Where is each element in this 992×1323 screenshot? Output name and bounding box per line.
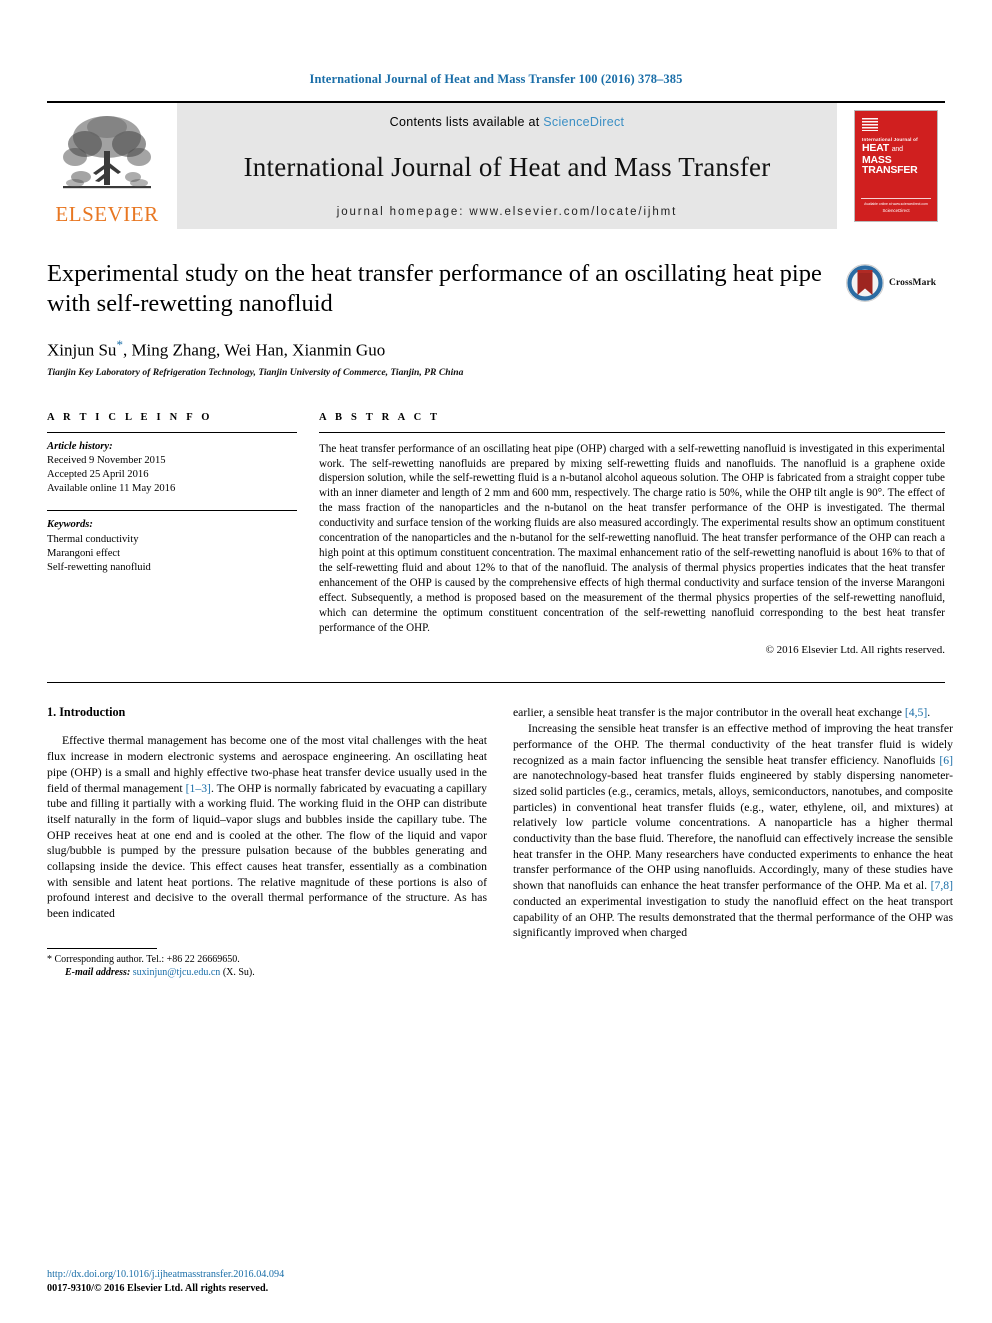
body-columns: 1. Introduction Effective thermal manage… <box>47 705 953 979</box>
keywords-label: Keywords: <box>47 519 93 531</box>
journal-cover-image: International Journal of HEAT and MASS T… <box>854 110 938 222</box>
article-page: International Journal of Heat and Mass T… <box>0 0 992 1323</box>
author-corresponding: Xinjun Su <box>47 340 117 360</box>
issn-copyright-line: 0017-9310/© 2016 Elsevier Ltd. All right… <box>47 1282 269 1294</box>
crossmark-badge[interactable]: CrossMark <box>845 259 945 307</box>
running-head: International Journal of Heat and Mass T… <box>309 72 683 86</box>
citation-ref-4-5[interactable]: [4,5] <box>905 706 927 719</box>
footnote-marker: * <box>47 953 52 965</box>
intro-paragraph-left: Effective thermal management has become … <box>47 733 487 921</box>
article-history: Article history: Received 9 November 201… <box>47 433 297 497</box>
footnote-corresponding-text: Corresponding author. Tel.: +86 22 26669… <box>54 953 240 965</box>
info-abstract-region: A R T I C L E I N F O Article history: R… <box>47 411 945 657</box>
cover-and-word: and <box>891 146 903 153</box>
article-history-label: Article history: <box>47 440 113 452</box>
intro-right2-text-a: Increasing the sensible heat transfer is… <box>513 722 953 767</box>
cover-footer: Available online at www.sciencedirect.co… <box>861 198 931 213</box>
cover-heat-word: HEAT <box>862 142 890 154</box>
article-info-column: A R T I C L E I N F O Article history: R… <box>47 412 297 657</box>
page-title: Experimental study on the heat transfer … <box>47 260 822 317</box>
masthead-center: Contents lists available at ScienceDirec… <box>177 103 837 229</box>
crossmark-label: CrossMark <box>889 278 937 288</box>
contents-prefix: Contents lists available at <box>389 115 544 129</box>
author-list: Xinjun Su*, Ming Zhang, Wei Han, Xianmin… <box>47 337 945 361</box>
cover-footer-small: Available online at www.sciencedirect.co… <box>864 202 928 206</box>
cover-footer-bold: ScienceDirect <box>882 208 910 213</box>
article-info-heading: A R T I C L E I N F O <box>47 411 213 423</box>
abstract-copyright: © 2016 Elsevier Ltd. All rights reserved… <box>765 644 945 657</box>
abstract-column: A B S T R A C T The heat transfer perfor… <box>319 411 945 657</box>
elsevier-tree-icon <box>63 116 151 189</box>
footnote-email-label: E-mail address: <box>65 967 131 979</box>
elsevier-logo: ELSEVIER <box>47 103 167 229</box>
journal-title: International Journal of Heat and Mass T… <box>243 152 771 182</box>
journal-masthead: ELSEVIER Contents lists available at Sci… <box>47 101 945 229</box>
keyword-item: Marangoni effect <box>47 547 121 559</box>
elsevier-wordmark: ELSEVIER <box>55 202 159 226</box>
keyword-item: Thermal conductivity <box>47 533 139 545</box>
intro-paragraph-right-second: Increasing the sensible heat transfer is… <box>513 721 953 941</box>
author-others: , Ming Zhang, Wei Han, Xianmin Guo <box>122 340 386 360</box>
contents-available-line: Contents lists available at ScienceDirec… <box>390 115 625 129</box>
intro-right2-text-c: conducted an experimental investigation … <box>513 894 953 940</box>
footnote-email-suffix: (X. Su). <box>222 967 255 979</box>
intro-paragraph-right-continued: earlier, a sensible heat transfer is the… <box>513 705 953 721</box>
abstract-heading: A B S T R A C T <box>319 411 441 423</box>
body-column-left: 1. Introduction Effective thermal manage… <box>47 705 487 979</box>
cover-transfer-word: TRANSFER <box>862 164 918 176</box>
footnote-email-line: E-mail address: suxinjun@tjcu.edu.cn (X.… <box>47 966 487 980</box>
citation-ref-6[interactable]: [6] <box>939 754 953 767</box>
keywords-block: Keywords: Thermal conductivity Marangoni… <box>47 511 297 575</box>
corresponding-author-footnote: * Corresponding author. Tel.: +86 22 266… <box>47 947 487 980</box>
history-received: Received 9 November 2015 <box>47 454 166 466</box>
page-footer: http://dx.doi.org/10.1016/j.ijheatmasstr… <box>47 1268 284 1295</box>
intro-right-text-a: earlier, a sensible heat transfer is the… <box>513 706 905 720</box>
affiliation: Tianjin Key Laboratory of Refrigeration … <box>47 366 464 378</box>
body-divider <box>47 682 945 684</box>
doi-link[interactable]: http://dx.doi.org/10.1016/j.ijheatmasstr… <box>47 1268 284 1282</box>
citation-ref-7-8[interactable]: [7,8] <box>931 879 953 892</box>
intro-left-text-b: . The OHP is normally fabricated by evac… <box>47 781 487 921</box>
crossmark-icon <box>846 264 884 302</box>
footnote-corresponding-line: * Corresponding author. Tel.: +86 22 266… <box>47 953 487 967</box>
title-block: Experimental study on the heat transfer … <box>47 259 945 378</box>
intro-right-text-b: . <box>927 706 931 720</box>
section-title-introduction: 1. Introduction <box>47 705 126 720</box>
keyword-item: Self-rewetting nanofluid <box>47 562 151 574</box>
cover-big-title: HEAT and MASS TRANSFER <box>862 142 932 176</box>
journal-cover-thumbnail: International Journal of HEAT and MASS T… <box>847 103 945 229</box>
journal-homepage-link[interactable]: journal homepage: www.elsevier.com/locat… <box>337 206 678 218</box>
abstract-text: The heat transfer performance of an osci… <box>319 442 945 634</box>
body-column-right: earlier, a sensible heat transfer is the… <box>513 705 953 979</box>
sciencedirect-link[interactable]: ScienceDirect <box>543 115 624 129</box>
footnote-email-link[interactable]: suxinjun@tjcu.edu.cn <box>133 967 221 978</box>
history-accepted: Accepted 25 April 2016 <box>47 469 149 481</box>
cover-elsevier-icon <box>862 118 878 131</box>
intro-right2-text-b: are nanotechnology-based heat transfer f… <box>513 769 953 893</box>
citation-ref-1-3[interactable]: [1–3] <box>186 782 211 795</box>
history-online: Available online 11 May 2016 <box>47 483 176 495</box>
